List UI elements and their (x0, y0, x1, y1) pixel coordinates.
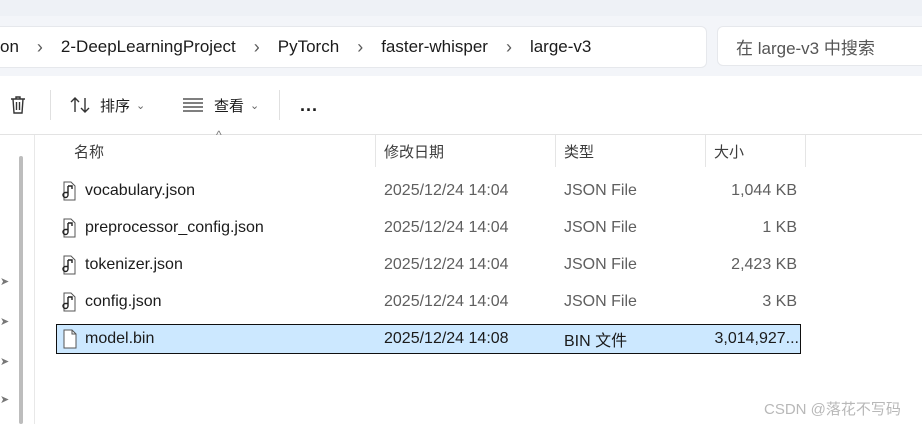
file-name: config.json (85, 293, 162, 310)
file-name: preprocessor_config.json (85, 219, 264, 236)
sort-button[interactable]: 排序 ⌄ (70, 76, 145, 134)
json-file-icon (62, 255, 76, 275)
breadcrumb-item-current[interactable]: large-v3 (516, 37, 605, 57)
breadcrumb-item[interactable]: 2-DeepLearningProject (47, 37, 250, 57)
view-label: 查看 (214, 97, 245, 115)
file-modified: 2025/12/24 14:04 (384, 293, 509, 310)
navigation-pane[interactable]: ➤ ➤ ➤ ➤ (0, 135, 34, 424)
delete-button[interactable] (8, 76, 28, 134)
file-size: 2,423 KB (731, 256, 797, 273)
file-modified: 2025/12/24 14:04 (384, 219, 509, 236)
toolbar-divider (50, 90, 51, 120)
column-header-size[interactable]: 大小 (714, 135, 744, 167)
file-modified: 2025/12/24 14:08 (384, 330, 509, 347)
more-options-button[interactable]: ... (300, 76, 318, 134)
breadcrumb[interactable]: on › 2-DeepLearningProject › PyTorch › f… (0, 26, 707, 68)
column-divider[interactable] (705, 135, 706, 167)
file-name: tokenizer.json (85, 256, 183, 273)
file-row[interactable]: tokenizer.json 2025/12/24 14:04 JSON Fil… (56, 251, 801, 279)
window-top-strip (0, 0, 922, 16)
navigation-scrollbar[interactable] (19, 156, 23, 424)
file-name: vocabulary.json (85, 182, 195, 199)
column-header-name[interactable]: 名称 (74, 135, 104, 167)
pin-icon[interactable]: ➤ (0, 275, 9, 288)
column-divider[interactable] (375, 135, 376, 167)
breadcrumb-item[interactable]: on (0, 37, 33, 57)
view-list-icon (183, 98, 203, 112)
json-file-icon (62, 181, 76, 201)
file-modified: 2025/12/24 14:04 (384, 182, 509, 199)
json-file-icon (62, 218, 76, 238)
file-type: JSON File (564, 219, 637, 236)
file-name: model.bin (85, 330, 155, 347)
json-file-icon (62, 292, 76, 312)
view-button[interactable]: 查看 ⌄ (182, 76, 259, 134)
file-row-selected[interactable]: model.bin 2025/12/24 14:08 BIN 文件 3,014,… (56, 324, 801, 354)
file-type: JSON File (564, 182, 637, 199)
chevron-right-icon[interactable]: › (353, 37, 367, 58)
search-input[interactable]: 在 large-v3 中搜索 (717, 26, 922, 66)
file-row[interactable]: config.json 2025/12/24 14:04 JSON File 3… (56, 288, 801, 316)
column-divider[interactable] (805, 135, 806, 167)
toolbar-divider (279, 90, 280, 120)
file-row[interactable]: preprocessor_config.json 2025/12/24 14:0… (56, 214, 801, 242)
pin-icon[interactable]: ➤ (0, 393, 9, 406)
file-type: JSON File (564, 293, 637, 310)
file-size: 3,014,927... (714, 330, 799, 347)
file-size: 1,044 KB (731, 182, 797, 199)
file-type: JSON File (564, 256, 637, 273)
file-size: 1 KB (762, 219, 797, 236)
column-header-type[interactable]: 类型 (564, 135, 594, 167)
breadcrumb-item[interactable]: PyTorch (264, 37, 353, 57)
column-header-modified[interactable]: 修改日期 (384, 135, 444, 167)
breadcrumb-item[interactable]: faster-whisper (367, 37, 502, 57)
chevron-down-icon: ⌄ (136, 99, 146, 112)
file-modified: 2025/12/24 14:04 (384, 256, 509, 273)
pin-icon[interactable]: ➤ (0, 315, 9, 328)
column-divider[interactable] (555, 135, 556, 167)
trash-icon (11, 96, 25, 114)
chevron-right-icon[interactable]: › (33, 37, 47, 58)
watermark: CSDN @落花不写码 (764, 401, 901, 418)
command-bar: 排序 ⌄ 查看 ⌄ ... (0, 76, 922, 135)
address-bar-row: on › 2-DeepLearningProject › PyTorch › f… (0, 16, 922, 76)
file-type: BIN 文件 (564, 333, 628, 350)
file-size: 3 KB (762, 293, 797, 310)
chevron-right-icon[interactable]: › (502, 37, 516, 58)
pin-icon[interactable]: ➤ (0, 355, 9, 368)
sort-icon (70, 97, 90, 113)
file-row[interactable]: vocabulary.json 2025/12/24 14:04 JSON Fi… (56, 177, 801, 205)
column-header-row: 名称 修改日期 类型 大小 (35, 135, 922, 167)
pane-divider (34, 135, 35, 424)
chevron-right-icon[interactable]: › (250, 37, 264, 58)
sort-label: 排序 (100, 97, 131, 115)
blank-file-icon (63, 329, 77, 349)
chevron-down-icon: ⌄ (250, 99, 260, 112)
